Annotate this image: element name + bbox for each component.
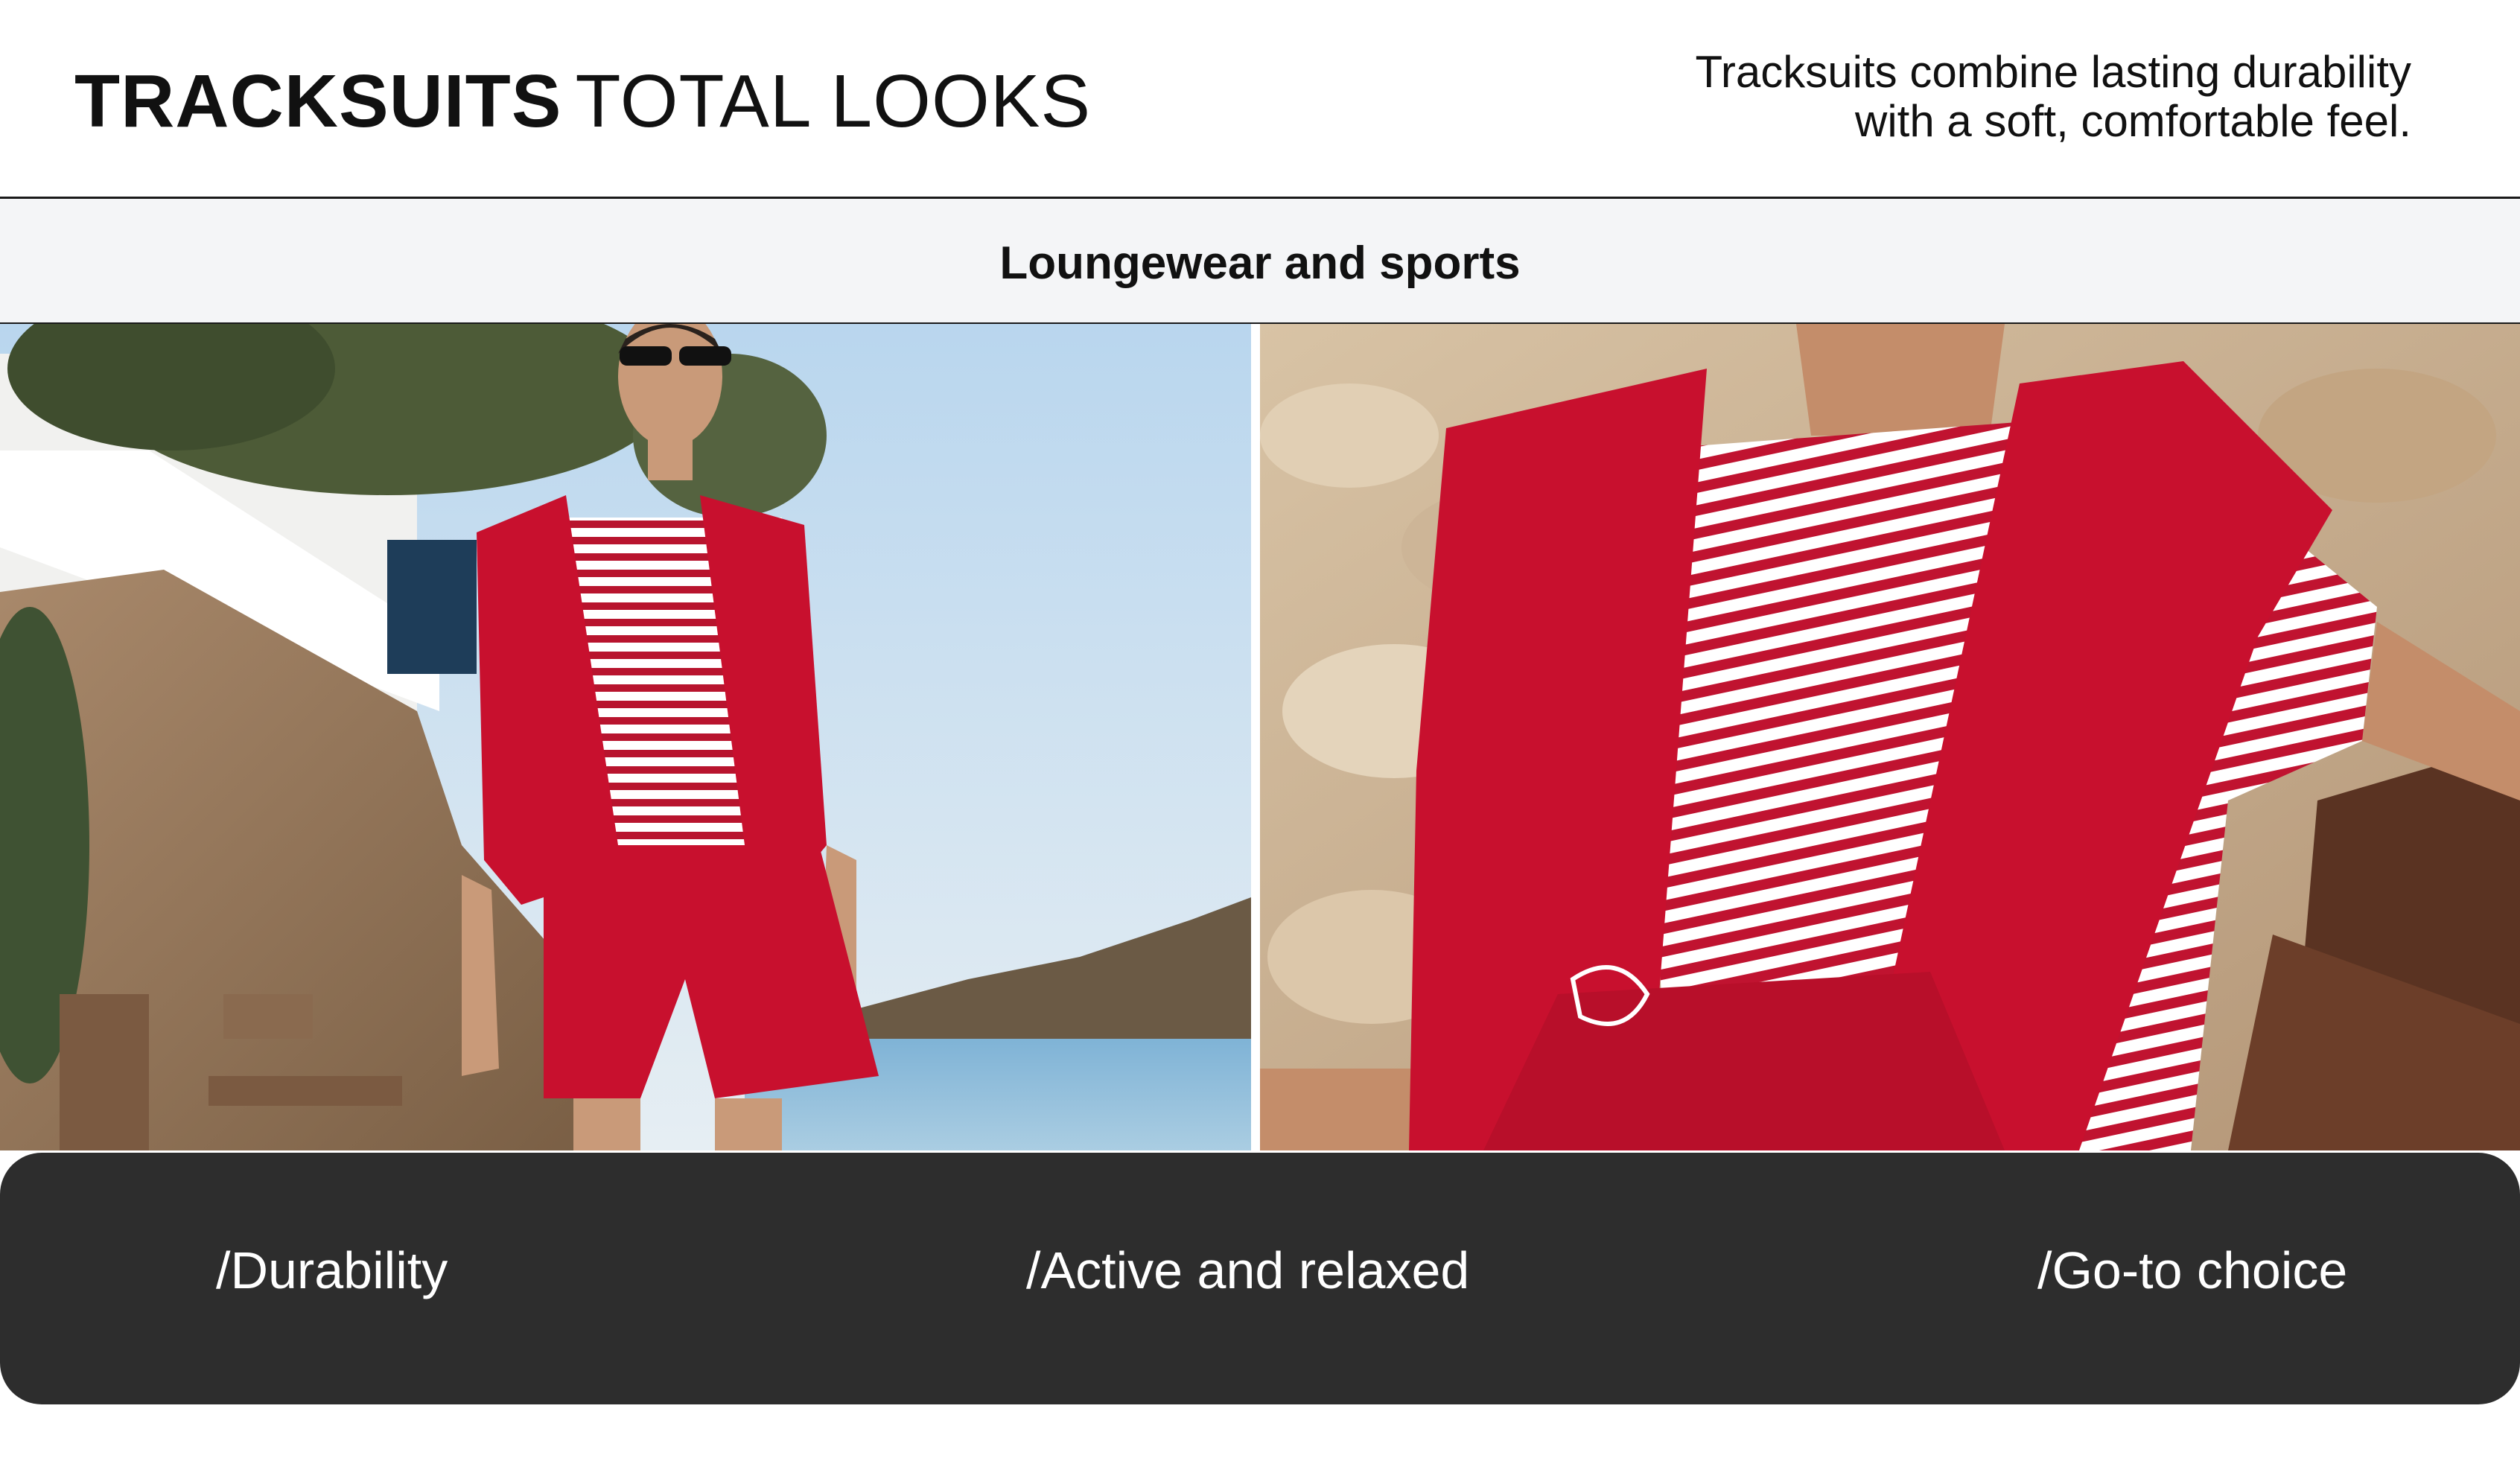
photo-right-image [1260,324,2520,1150]
photo-right[interactable] [1260,324,2520,1150]
title-light: TOTAL LOOKS [575,60,1092,143]
feature-go-to-choice: /Go-to choice [2037,1241,2348,1299]
tagline-line-1: Tracksuits combine lasting durability [1695,47,2412,97]
photo-left[interactable] [0,324,1251,1150]
photo-left-image [0,324,1251,1150]
category-band: Loungewear and sports [0,199,2520,324]
photo-gallery [0,324,2520,1150]
feature-active-relaxed: /Active and relaxed [1026,1241,1470,1299]
features-panel: /Durability /Active and relaxed /Go-to c… [0,1153,2520,1404]
title-bold: TRACKSUITS [74,60,562,143]
tagline-line-2: with a soft, comfortable feel. [1854,96,2411,146]
tagline: Tracksuits combine lasting durability wi… [1443,47,2412,146]
header: TRACKSUITS TOTAL LOOKS Tracksuits combine… [0,0,2520,199]
page-title: TRACKSUITS TOTAL LOOKS [74,58,1091,144]
feature-durability: /Durability [216,1241,448,1299]
category-label: Loungewear and sports [999,238,1521,289]
page: TRACKSUITS TOTAL LOOKS Tracksuits combine… [0,0,2520,1461]
